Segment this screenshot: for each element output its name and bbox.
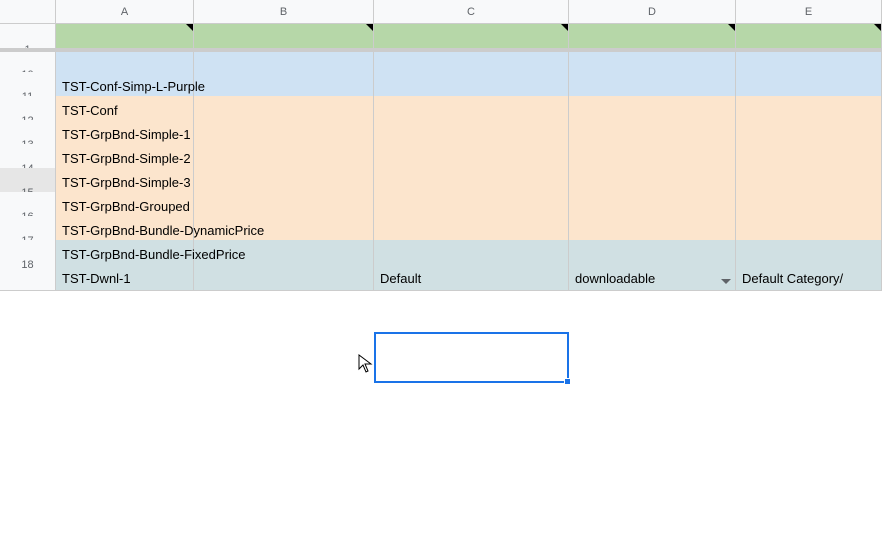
- note-indicator-icon: [874, 24, 881, 31]
- cell-text: TST-GrpBnd-Simple-1: [62, 127, 191, 142]
- mouse-cursor: [358, 354, 374, 374]
- cell-text: TST-GrpBnd-Grouped: [62, 199, 190, 214]
- cell-text: TST-GrpBnd-Bundle-DynamicPrice: [62, 223, 264, 238]
- cell-text: Default Category/: [742, 271, 843, 286]
- selection-fill-handle[interactable]: [564, 378, 571, 385]
- row-header-18[interactable]: 18: [0, 240, 56, 291]
- column-header-C[interactable]: C: [374, 0, 569, 24]
- cell-text: Default: [380, 271, 421, 286]
- cell-text: TST-GrpBnd-Simple-3: [62, 175, 191, 190]
- note-indicator-icon: [366, 24, 373, 31]
- note-indicator-icon: [186, 24, 193, 31]
- column-header-E[interactable]: E: [736, 0, 882, 24]
- cell-text: TST-Conf: [62, 103, 118, 118]
- cell-text: TST-GrpBnd-Bundle-FixedPrice: [62, 247, 246, 262]
- cell-attribute-set[interactable]: Default: [374, 240, 569, 291]
- cell-categories[interactable]: Default Category/: [736, 240, 882, 291]
- cell-text: TST-GrpBnd-Simple-2: [62, 151, 191, 166]
- cell-product-type[interactable]: downloadable: [569, 240, 736, 291]
- cell-text: TST-Conf-Simp-L-Purple: [62, 79, 205, 94]
- cell-text: TST-Dwnl-1: [62, 271, 131, 286]
- cell-selection: [374, 332, 569, 383]
- column-header-D[interactable]: D: [569, 0, 736, 24]
- select-all-corner[interactable]: [0, 0, 56, 24]
- note-indicator-icon: [561, 24, 568, 31]
- cell-text: downloadable: [575, 271, 655, 286]
- note-indicator-icon: [728, 24, 735, 31]
- dropdown-icon[interactable]: [721, 279, 731, 284]
- column-header-B[interactable]: B: [194, 0, 374, 24]
- column-header-A[interactable]: A: [56, 0, 194, 24]
